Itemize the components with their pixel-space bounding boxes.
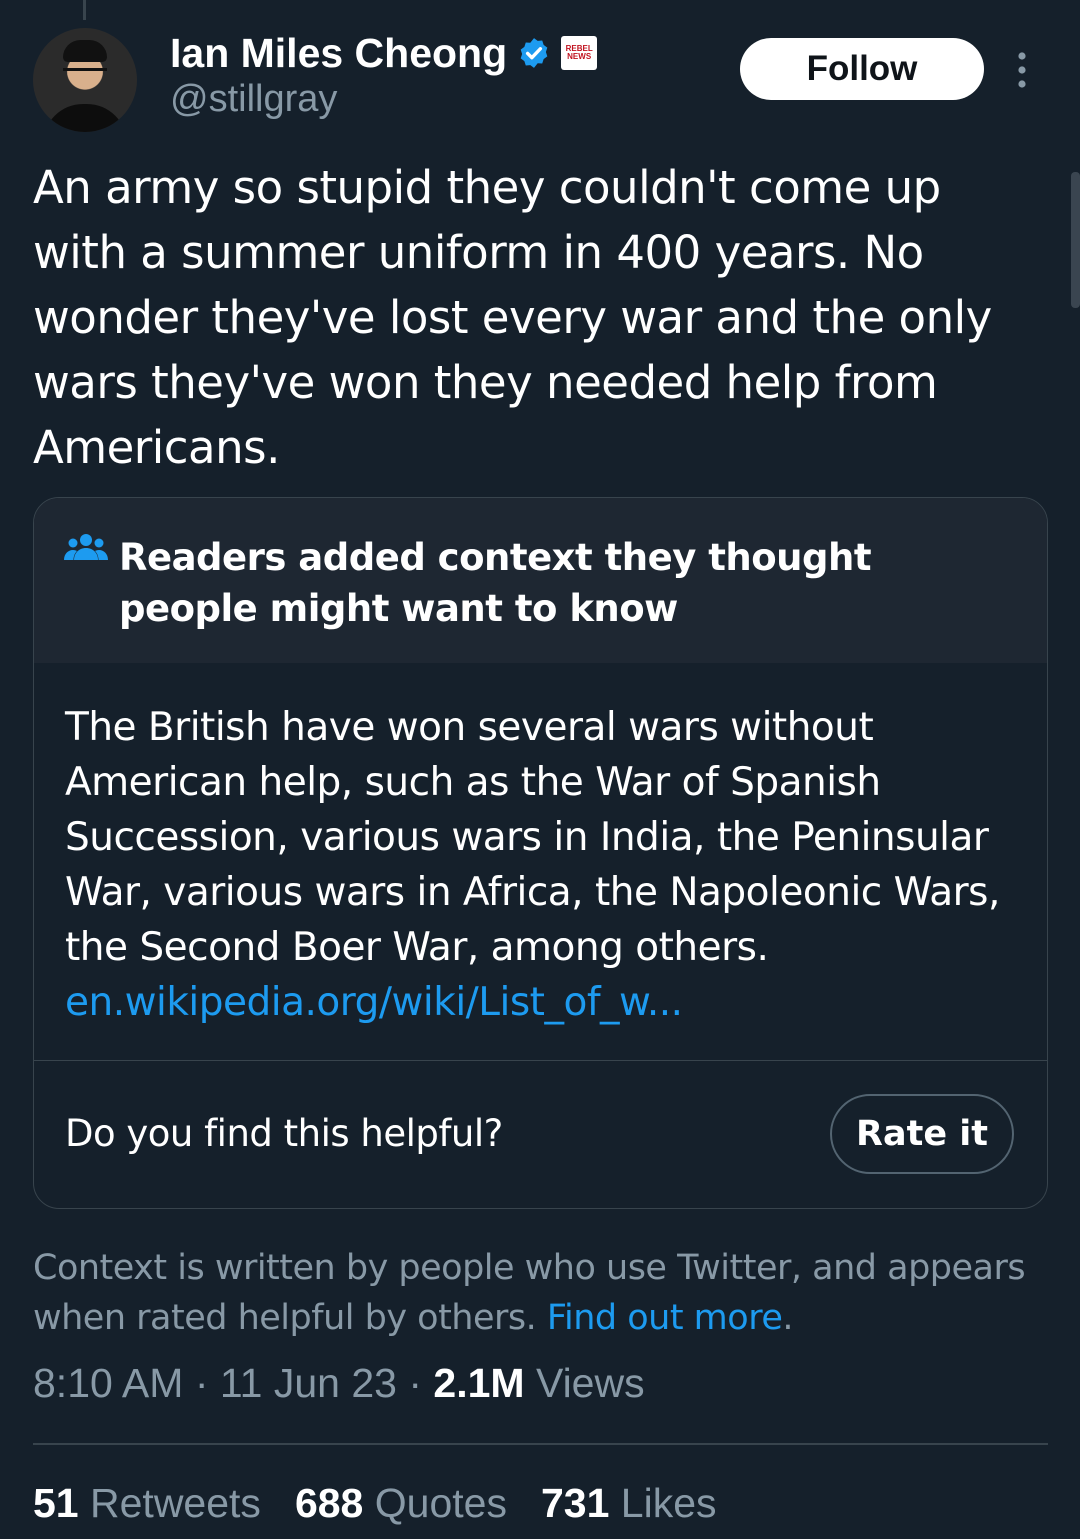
more-options-icon[interactable]	[1015, 50, 1029, 90]
rate-it-button[interactable]: Rate it	[830, 1094, 1014, 1174]
find-out-more-link[interactable]: Find out more	[547, 1298, 783, 1338]
context-footer-text: Context is written by people who use Twi…	[33, 1248, 1026, 1338]
quotes-label: Quotes	[374, 1480, 507, 1526]
likes-stat[interactable]: 731 Likes	[541, 1480, 717, 1527]
community-note-card: Readers added context they thought peopl…	[33, 497, 1048, 1209]
quotes-count: 688	[294, 1480, 364, 1526]
community-note-text: The British have won several wars withou…	[65, 705, 1000, 970]
retweets-stat[interactable]: 51 Retweets	[33, 1480, 261, 1527]
people-icon	[64, 534, 108, 560]
verified-badge-icon	[520, 38, 548, 68]
likes-label: Likes	[620, 1480, 717, 1526]
thread-connector-line	[83, 0, 86, 20]
community-note-source-link[interactable]: en.wikipedia.org/wiki/List_of_w...	[65, 975, 1025, 1030]
retweets-count: 51	[33, 1480, 79, 1526]
helpful-question: Do you find this helpful?	[65, 1112, 503, 1155]
avatar[interactable]	[33, 28, 137, 132]
tweet-meta: 8:10 AM · 11 Jun 23 · 2.1M Views	[33, 1360, 645, 1407]
tweet-header: Ian Miles Cheong REBEL NEWS @stillgray Fo…	[33, 28, 1048, 133]
divider	[34, 1060, 1047, 1061]
retweets-label: Retweets	[90, 1480, 261, 1526]
tweet-text: An army so stupid they couldn't come up …	[33, 161, 992, 474]
author-handle[interactable]: @stillgray	[170, 78, 337, 121]
likes-count: 731	[540, 1480, 610, 1526]
engagement-stats: 51 Retweets 688 Quotes 731 Likes	[33, 1480, 717, 1527]
community-note-title: Readers added context they thought peopl…	[119, 536, 872, 630]
author-name[interactable]: Ian Miles Cheong	[170, 30, 507, 77]
views-label: Views	[535, 1360, 645, 1406]
quotes-stat[interactable]: 688 Quotes	[295, 1480, 507, 1527]
meta-separator: ·	[194, 1360, 220, 1406]
community-note-body: The British have won several wars withou…	[65, 700, 1025, 1030]
community-note-header: Readers added context they thought peopl…	[34, 498, 1047, 663]
context-footer: Context is written by people who use Twi…	[33, 1243, 1043, 1343]
tweet-time[interactable]: 8:10 AM	[33, 1360, 183, 1406]
divider	[33, 1443, 1048, 1445]
author-name-row[interactable]: Ian Miles Cheong REBEL NEWS	[170, 28, 598, 78]
follow-button[interactable]: Follow	[740, 38, 984, 100]
context-footer-suffix: .	[782, 1298, 793, 1338]
scrollbar-thumb[interactable]	[1071, 172, 1080, 308]
views-count: 2.1M	[433, 1360, 525, 1406]
tweet-date[interactable]: 11 Jun 23	[220, 1360, 397, 1406]
affiliate-logo-icon[interactable]: REBEL NEWS	[561, 36, 598, 70]
meta-separator: ·	[408, 1360, 434, 1406]
